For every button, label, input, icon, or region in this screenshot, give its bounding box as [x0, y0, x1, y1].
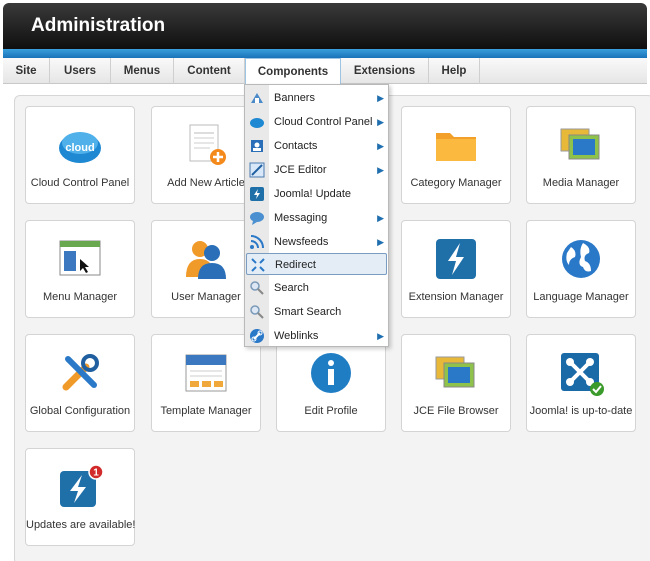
tile-label: Category Manager [410, 177, 502, 189]
submenu-arrow-icon: ▶ [377, 93, 384, 103]
jce-editor-icon [249, 162, 265, 178]
info-icon [311, 353, 351, 393]
contacts-icon [251, 140, 263, 152]
menu-users[interactable]: Users [50, 58, 111, 84]
menu-content[interactable]: Content [174, 58, 245, 84]
media-icon [560, 128, 600, 160]
tile-label: Menu Manager [43, 291, 117, 303]
menu-manager-icon [59, 240, 101, 276]
tile-template-manager[interactable]: Template Manager [151, 334, 261, 432]
messaging-icon [250, 212, 264, 225]
search-icon [250, 281, 264, 295]
cloud-icon [250, 118, 264, 128]
admin-header: Administration [3, 3, 647, 49]
tile-label: Extension Manager [408, 291, 504, 303]
tile-jce-file-browser[interactable]: JCE File Browser [401, 334, 511, 432]
dropdown-item-jce-editor[interactable]: JCE Editor ▶ [246, 159, 387, 181]
tile-label: JCE File Browser [413, 405, 499, 417]
menu-site[interactable]: Site [3, 58, 50, 84]
tile-label: Cloud Control Panel [30, 177, 130, 189]
file-browser-icon [435, 356, 475, 388]
menu-components[interactable]: Components [245, 58, 341, 85]
tile-media-manager[interactable]: Media Manager [526, 106, 636, 204]
dropdown-item-newsfeeds[interactable]: Newsfeeds ▶ [246, 231, 387, 253]
submenu-arrow-icon: ▶ [377, 237, 384, 247]
update-icon [250, 187, 264, 201]
tile-extension-manager[interactable]: Extension Manager [401, 220, 511, 318]
submenu-arrow-icon: ▶ [377, 213, 384, 223]
banners-icon [251, 93, 263, 103]
smart-search-icon [250, 305, 264, 319]
submenu-arrow-icon: ▶ [377, 165, 384, 175]
header-accent-bar [3, 49, 647, 58]
newsfeeds-icon [250, 235, 264, 249]
tile-label: Template Manager [160, 405, 252, 417]
submenu-arrow-icon: ▶ [377, 117, 384, 127]
menu-menus[interactable]: Menus [111, 58, 174, 84]
folder-icon [436, 133, 476, 161]
dropdown-item-banners[interactable]: Banners ▶ [246, 87, 387, 109]
tile-joomla-up-to-date[interactable]: Joomla! is up-to-date [526, 334, 636, 432]
main-menubar: Site Users Menus Content Components Exte… [3, 58, 647, 85]
dropdown-item-smart-search[interactable]: Smart Search [246, 301, 387, 323]
dropdown-item-joomla-update[interactable]: Joomla! Update [246, 183, 387, 205]
extension-icon [436, 239, 476, 279]
tile-category-manager[interactable]: Category Manager [401, 106, 511, 204]
tile-label: Language Manager [533, 291, 629, 303]
dropdown-item-redirect[interactable]: Redirect [246, 253, 387, 275]
tile-updates-available[interactable]: 1 Updates are available! [25, 448, 135, 546]
tile-cloud-control-panel[interactable]: cloud Cloud Control Panel [25, 106, 135, 204]
globe-icon [562, 240, 600, 278]
svg-text:cloud: cloud [65, 142, 94, 154]
tools-icon [62, 354, 99, 391]
redirect-icon [251, 258, 265, 272]
tile-menu-manager[interactable]: Menu Manager [25, 220, 135, 318]
components-dropdown-menu: Banners ▶ Cloud Control Panel ▶ Contacts… [244, 84, 389, 347]
weblinks-icon [250, 329, 264, 343]
dropdown-item-contacts[interactable]: Contacts ▶ [246, 135, 387, 157]
tile-label: Media Manager [542, 177, 620, 189]
tile-label: Joomla! is up-to-date [529, 405, 633, 417]
update-count-badge: 1 [93, 468, 99, 479]
tile-label: Edit Profile [304, 405, 358, 417]
tile-label: Global Configuration [29, 405, 131, 417]
template-icon [185, 354, 227, 392]
dropdown-item-weblinks[interactable]: Weblinks ▶ [246, 325, 387, 347]
dropdown-item-search[interactable]: Search [246, 277, 387, 299]
dropdown-item-cloud-control-panel[interactable]: Cloud Control Panel ▶ [246, 111, 387, 133]
users-icon [186, 241, 226, 279]
dropdown-item-messaging[interactable]: Messaging ▶ [246, 207, 387, 229]
menu-help[interactable]: Help [429, 58, 480, 84]
tile-language-manager[interactable]: Language Manager [526, 220, 636, 318]
tile-label: Updates are available! [26, 519, 136, 531]
page-title: Administration [31, 15, 166, 36]
submenu-arrow-icon: ▶ [377, 141, 384, 151]
tile-edit-profile[interactable]: Edit Profile [276, 334, 386, 432]
cloud-icon: cloud [59, 132, 101, 163]
submenu-arrow-icon: ▶ [377, 331, 384, 341]
add-article-icon [189, 124, 226, 165]
updates-alert-icon: 1 [60, 464, 104, 507]
tile-global-configuration[interactable]: Global Configuration [25, 334, 135, 432]
menu-extensions[interactable]: Extensions [341, 58, 429, 84]
joomla-ok-icon [561, 353, 604, 396]
